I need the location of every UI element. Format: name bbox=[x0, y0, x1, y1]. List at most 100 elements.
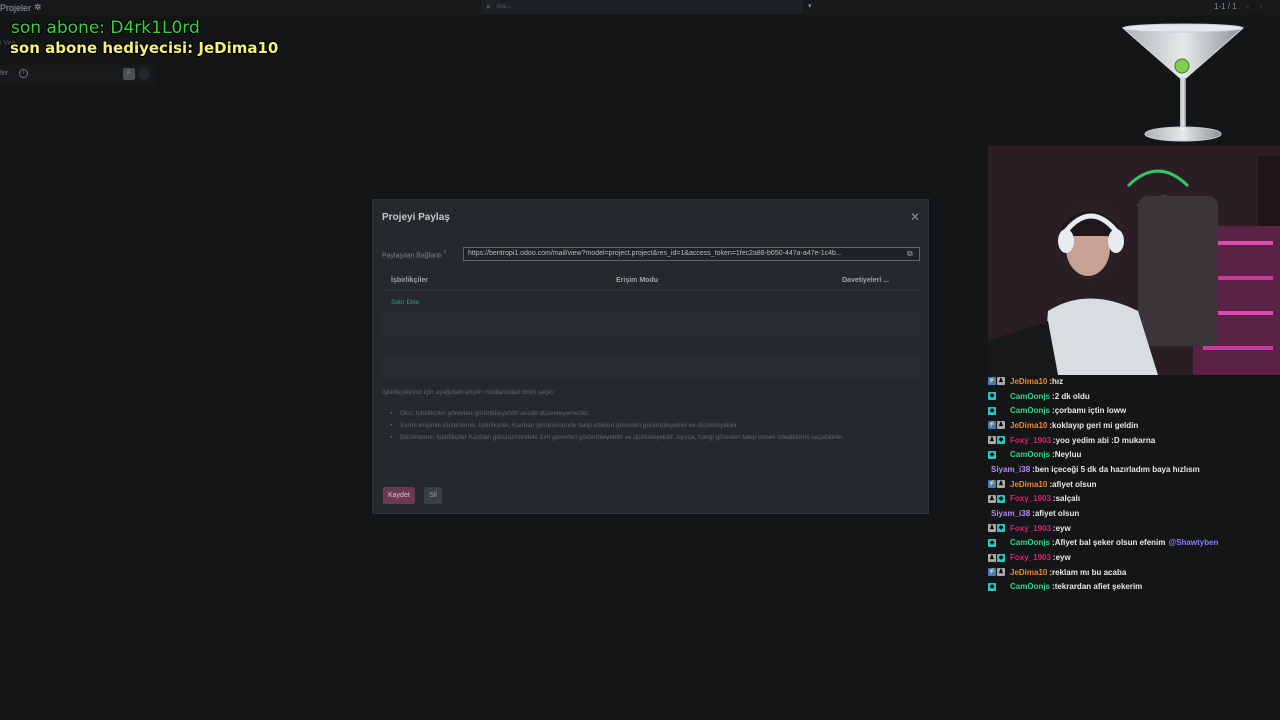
chat-message: ◆ CamOonjs: 2 dk oldu bbox=[988, 389, 1280, 404]
gray-badge-icon: ♟ bbox=[997, 568, 1005, 577]
help-list: Oku: İşbirlikçiler görevleri görüntüleye… bbox=[390, 408, 910, 444]
help-item-limited-edit: Sınırlı erişimle düzenleme: İşbirlikçile… bbox=[390, 420, 910, 432]
add-row-link[interactable]: Satır Ekle bbox=[391, 299, 419, 306]
chat-badges: ♟ ◆ bbox=[988, 553, 1007, 562]
help-item-edit: Düzenleme: İşbirlikçiler Kanban görünümü… bbox=[390, 432, 910, 444]
search-options-caret-icon[interactable]: ▾ bbox=[808, 2, 812, 10]
teal-badge-icon: ◆ bbox=[988, 538, 996, 547]
search-input[interactable]: ⌕ Ara... bbox=[481, 0, 803, 14]
gray-badge-icon: ♟ bbox=[988, 553, 996, 562]
chat-badges: ◆ bbox=[988, 582, 1007, 591]
filter-toggle[interactable]: F bbox=[123, 68, 135, 80]
teal-badge-icon: ◆ bbox=[988, 450, 996, 459]
chat-badges: ◆ bbox=[988, 406, 1007, 415]
blue-badge-icon: ⚡ bbox=[988, 480, 996, 489]
chat-username[interactable]: CamOonjs bbox=[1010, 450, 1050, 459]
pager-prev-icon[interactable]: ‹ bbox=[1247, 2, 1250, 11]
chat-message: ⚡ ♟ JeDima10: koklayıp geri mi geldin bbox=[988, 418, 1280, 433]
chat-message: ⚡ ♟ JeDima10: reklam mı bu acaba bbox=[988, 565, 1280, 580]
gray-badge-icon: ♟ bbox=[997, 480, 1005, 489]
info-icon[interactable]: i bbox=[19, 69, 28, 78]
shared-link-field[interactable]: https://bentropi1.odoo.com/mail/view?mod… bbox=[463, 247, 920, 261]
webcam-feed bbox=[988, 146, 1280, 375]
left-filter-bar: fer i F bbox=[0, 65, 155, 85]
pager: 1-1 / 1 ‹ › bbox=[1214, 2, 1262, 11]
chat-message: ⚡ ♟ JeDima10: afiyet olsun bbox=[988, 477, 1280, 492]
chat-message: ♟ ◆ Foxy_1903: salçalı bbox=[988, 492, 1280, 507]
filter-circle-icon[interactable] bbox=[138, 68, 150, 80]
gray-badge-icon: ♟ bbox=[997, 377, 1005, 386]
chat-text: eyw bbox=[1055, 523, 1071, 533]
chat-text: tekrardan afiet şekerim bbox=[1054, 582, 1143, 592]
chat-text: Neyluu bbox=[1054, 450, 1082, 460]
gear-icon[interactable]: ✲ bbox=[34, 2, 42, 13]
chat-username[interactable]: Foxy_1903 bbox=[1010, 494, 1051, 503]
filter-label: fer bbox=[0, 70, 9, 77]
chat-badges: ⚡ ♟ bbox=[988, 377, 1007, 386]
table-empty-row bbox=[382, 356, 920, 378]
blue-badge-icon: ⚡ bbox=[988, 421, 996, 430]
top-bar: Projeler ✲ ⌕ Ara... ▾ 1-1 / 1 ‹ › bbox=[0, 0, 1280, 15]
chat-panel: ⚡ ♟ JeDima10: hız ◆ CamOonjs: 2 dk oldu ◆ CamO… bbox=[988, 374, 1280, 594]
pager-next-icon[interactable]: › bbox=[1259, 2, 1262, 11]
chat-username[interactable]: Siyam_i38 bbox=[991, 465, 1030, 474]
chat-username[interactable]: JeDima10 bbox=[1010, 568, 1047, 577]
teal-badge-icon: ◆ bbox=[997, 524, 1005, 533]
blue-badge-icon: ⚡ bbox=[988, 568, 996, 577]
chat-text: hız bbox=[1052, 376, 1064, 386]
dialog-title: Projeyi Paylaş bbox=[382, 212, 450, 223]
gray-badge-icon: ♟ bbox=[988, 524, 996, 533]
column-header-access-mode[interactable]: Erişim Modu bbox=[616, 277, 658, 284]
chat-text: yoo yedim abi :D mukarna bbox=[1055, 435, 1156, 445]
chat-text: afiyet olsun bbox=[1034, 509, 1080, 519]
chat-mention[interactable]: @Shawtyben bbox=[1168, 538, 1218, 547]
chat-badges: ♟ ◆ bbox=[988, 524, 1007, 533]
chat-username[interactable]: CamOonjs bbox=[1010, 582, 1050, 591]
chat-badges: ⚡ ♟ bbox=[988, 480, 1007, 489]
chat-username[interactable]: CamOonjs bbox=[1010, 406, 1050, 415]
chat-message: ◆ CamOonjs: tekrardan afiet şekerim bbox=[988, 580, 1280, 595]
chat-username[interactable]: JeDima10 bbox=[1010, 377, 1047, 386]
gray-badge-icon: ♟ bbox=[997, 421, 1005, 430]
help-intro: İşbirlikçileriniz için aşağıdaki erişim … bbox=[382, 389, 555, 396]
column-header-invitations[interactable]: Davetiyeleri ... bbox=[842, 277, 889, 284]
chat-username[interactable]: Foxy_1903 bbox=[1010, 436, 1051, 445]
shared-link-value: https://bentropi1.odoo.com/mail/view?mod… bbox=[468, 250, 842, 257]
share-project-dialog: Projeyi Paylaş ✕ Paylaşılan Bağlantı ? h… bbox=[372, 199, 929, 514]
chat-text: salçalı bbox=[1055, 494, 1081, 504]
chat-message: ⚡ ♟ JeDima10: hız bbox=[988, 374, 1280, 389]
chat-message: ♟ ◆ Foxy_1903: yoo yedim abi :D mukarna bbox=[988, 433, 1280, 448]
chat-badges: ◆ bbox=[988, 538, 1007, 547]
copy-icon[interactable]: ⧉ bbox=[907, 250, 915, 258]
table-header-divider bbox=[382, 290, 920, 291]
column-header-collaborators[interactable]: İşbirlikçiler bbox=[391, 277, 428, 284]
chat-text: Afiyet bal şeker olsun efenim bbox=[1054, 538, 1166, 548]
chat-username[interactable]: CamOonjs bbox=[1010, 392, 1050, 401]
pager-value: 1-1 / 1 bbox=[1214, 2, 1237, 11]
chat-badges: ⚡ ♟ bbox=[988, 421, 1007, 430]
chat-username[interactable]: CamOonjs bbox=[1010, 538, 1050, 547]
chat-username[interactable]: JeDima10 bbox=[1010, 480, 1047, 489]
blue-badge-icon: ⚡ bbox=[988, 377, 996, 386]
table-empty-row bbox=[382, 313, 920, 335]
chat-message: ♟ ◆ Foxy_1903: eyw bbox=[988, 521, 1280, 536]
teal-badge-icon: ◆ bbox=[988, 392, 996, 401]
chat-message: ◆ CamOonjs: çorbamı içtin loww bbox=[988, 403, 1280, 418]
app-title[interactable]: Projeler ✲ bbox=[0, 2, 42, 13]
chat-username[interactable]: Siyam_i38 bbox=[991, 509, 1030, 518]
chat-badges: ⚡ ♟ bbox=[988, 568, 1007, 577]
delete-button[interactable]: Sil bbox=[424, 487, 442, 504]
save-button[interactable]: Kaydet bbox=[383, 487, 415, 504]
chat-text: eyw bbox=[1055, 553, 1071, 563]
chat-username[interactable]: Foxy_1903 bbox=[1010, 524, 1051, 533]
teal-badge-icon: ◆ bbox=[997, 553, 1005, 562]
chat-text: 2 dk oldu bbox=[1054, 391, 1090, 401]
last-subscriber-overlay: son abone: D4rk1L0rd bbox=[11, 18, 200, 38]
search-icon: ⌕ bbox=[486, 2, 491, 11]
chat-username[interactable]: JeDima10 bbox=[1010, 421, 1047, 430]
close-icon[interactable]: ✕ bbox=[910, 210, 920, 224]
chat-username[interactable]: Foxy_1903 bbox=[1010, 553, 1051, 562]
chat-badges: ◆ bbox=[988, 450, 1007, 459]
chat-badges: ◆ bbox=[988, 392, 1007, 401]
chat-text: reklam mı bu acaba bbox=[1052, 567, 1127, 577]
